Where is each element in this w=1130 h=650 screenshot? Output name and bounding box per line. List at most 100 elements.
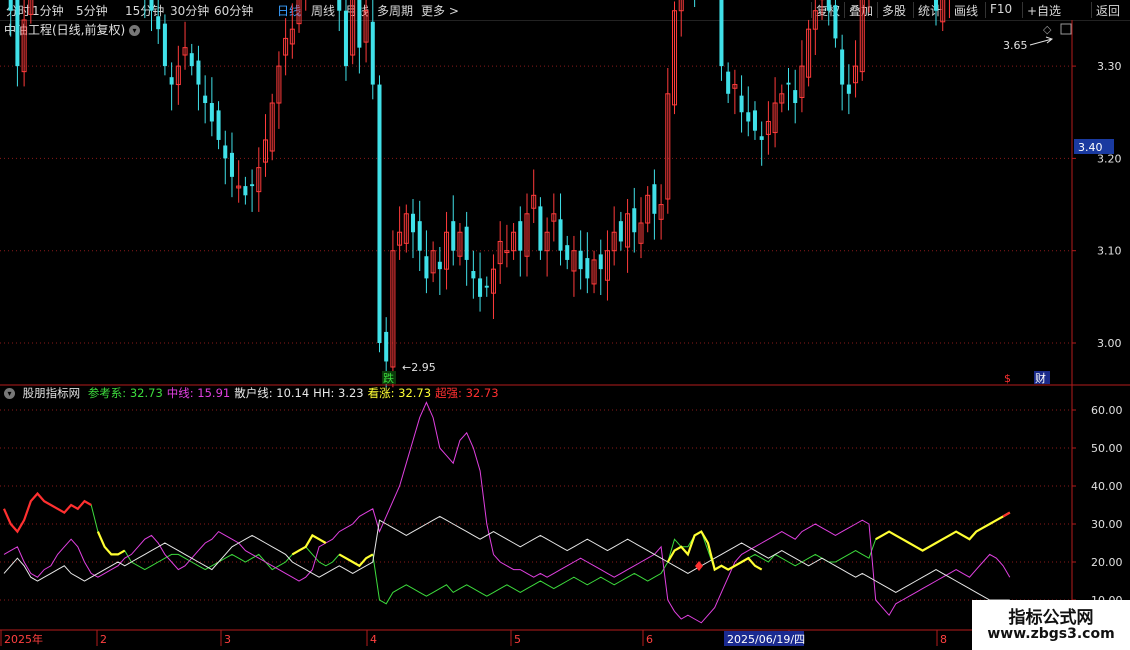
cursor-date: 2025/06/19/四 <box>727 633 805 646</box>
period-tab-1[interactable]: 1分钟 <box>32 2 64 19</box>
indicator-line-中线 <box>3 401 1011 624</box>
stock-title[interactable]: 中油工程(日线,前复权) ▾ <box>4 21 141 38</box>
period-tab-5[interactable]: 60分钟 <box>214 2 253 19</box>
indicator-field-3: HH: 3.23 <box>313 386 364 400</box>
indicator-tick-label: 50.00 <box>1091 442 1123 455</box>
toolbar-separator <box>877 2 878 18</box>
period-tab-0[interactable]: 分时 <box>6 2 30 19</box>
x-tick-label: 3 <box>224 633 231 646</box>
indicator-tick-label: 40.00 <box>1091 480 1123 493</box>
candle-body <box>370 21 375 85</box>
x-tick-label: 4 <box>370 633 377 646</box>
candle-body <box>236 185 242 189</box>
candle-body <box>665 93 671 200</box>
window-toggle-icon[interactable] <box>1060 23 1072 35</box>
indicator-line-参考系 <box>3 492 1011 605</box>
indicator-line-超强 <box>2 491 92 534</box>
period-tab-4[interactable]: 30分钟 <box>170 2 209 19</box>
candle-body <box>786 82 791 85</box>
watermark: 指标公式网 www.zbgs3.com <box>972 600 1130 650</box>
candle-body <box>571 250 577 272</box>
period-tab-10[interactable]: 更多 > <box>421 2 459 19</box>
low-price-label: ←2.95 <box>402 361 436 374</box>
indicator-field-5: 超强: 32.73 <box>435 386 499 400</box>
period-tab-9[interactable]: 多周期 <box>377 2 413 19</box>
toolbar-button-2[interactable]: 多股 <box>878 2 910 19</box>
candle-body <box>490 268 496 294</box>
period-tab-7[interactable]: 周线 <box>311 2 335 19</box>
indicator-field-4: 看涨: 32.73 <box>367 386 432 400</box>
candle-body <box>484 285 489 288</box>
chevron-down-icon[interactable]: ▾ <box>4 388 15 399</box>
candle-body <box>464 226 469 260</box>
toolbar-button-1[interactable]: 叠加 <box>845 2 877 19</box>
drop-mark-bg <box>382 371 396 384</box>
high-price-label: 3.65 <box>1003 39 1028 52</box>
candle-body <box>276 65 282 104</box>
toolbar-separator <box>949 2 950 18</box>
candle-body <box>518 221 523 251</box>
candle-body <box>424 256 429 279</box>
candle-body <box>544 231 550 252</box>
indicator-line-看涨 <box>338 553 374 568</box>
toolbar-separator <box>844 2 845 18</box>
period-tab-2[interactable]: 5分钟 <box>76 2 108 19</box>
candle-body <box>262 139 269 163</box>
candle-body <box>645 194 651 224</box>
indicator-field-2: 散户线: 10.14 <box>234 386 310 400</box>
candle-body <box>182 47 188 56</box>
price-tick-label: 3.10 <box>1097 245 1122 258</box>
fin-mark-bg <box>1034 371 1050 384</box>
candle-body <box>658 204 664 220</box>
candle-body <box>611 231 617 252</box>
candle-body <box>652 184 657 214</box>
indicator-line-看涨 <box>291 533 327 556</box>
toolbar-button-5[interactable]: F10 <box>986 2 1016 16</box>
candle-body <box>478 278 483 297</box>
toolbar-separator <box>1091 2 1092 18</box>
indicator-field-1: 中线: 15.91 <box>166 386 231 400</box>
toolbar-separator <box>985 2 986 18</box>
candle-body <box>752 110 757 131</box>
candle-body <box>585 258 590 279</box>
candle-body <box>169 77 174 85</box>
indicator-lines <box>2 401 1011 624</box>
candle-body <box>289 28 295 45</box>
chevron-down-icon[interactable]: ▾ <box>129 25 141 36</box>
period-tab-3[interactable]: 15分钟 <box>125 2 164 19</box>
indicator-line-看涨 <box>96 531 126 556</box>
toolbar-button-0[interactable]: 复权 <box>812 2 844 19</box>
candle-body <box>672 10 678 106</box>
indicator-name[interactable]: 股朋指标网 <box>23 386 81 400</box>
period-tab-6[interactable]: 日线 <box>277 2 301 19</box>
candle-body <box>765 120 771 135</box>
candle-body <box>223 145 228 159</box>
price-tick-label: 3.00 <box>1097 337 1122 350</box>
x-tick-label: 2025年 <box>4 632 43 646</box>
indicator-line-看涨 <box>666 530 763 572</box>
candle-body <box>203 95 208 104</box>
x-tick-label: 6 <box>646 633 653 646</box>
period-tab-8[interactable]: 月线 <box>345 2 369 19</box>
candle-body <box>437 261 442 270</box>
toolbar-button-6[interactable]: +自选 <box>1023 2 1065 19</box>
candle-body <box>216 110 221 140</box>
price-tick-label: 3.20 <box>1097 152 1122 165</box>
indicator-tick-label: 20.00 <box>1091 556 1123 569</box>
indicator-tick-label: 30.00 <box>1091 518 1123 531</box>
diamond-icon[interactable]: ◇ <box>1043 23 1052 36</box>
toolbar-button-4[interactable]: 画线 <box>950 2 982 19</box>
toolbar-button-7[interactable]: 返回 <box>1092 2 1124 19</box>
candle-body <box>250 184 255 187</box>
candle-body <box>451 221 456 251</box>
x-tick-label: 5 <box>514 633 521 646</box>
watermark-title: 指标公式网 <box>1008 608 1094 628</box>
grid-lines <box>0 65 1072 601</box>
watermark-url: www.zbgs3.com <box>987 626 1115 642</box>
candle-body <box>853 65 859 84</box>
toolbar-button-3[interactable]: 统计 <box>914 2 946 19</box>
candle-body <box>403 213 409 244</box>
indicator-tick-label: 60.00 <box>1091 404 1123 417</box>
current-price-label: 3.40 <box>1078 141 1103 154</box>
candle-body <box>457 231 463 257</box>
